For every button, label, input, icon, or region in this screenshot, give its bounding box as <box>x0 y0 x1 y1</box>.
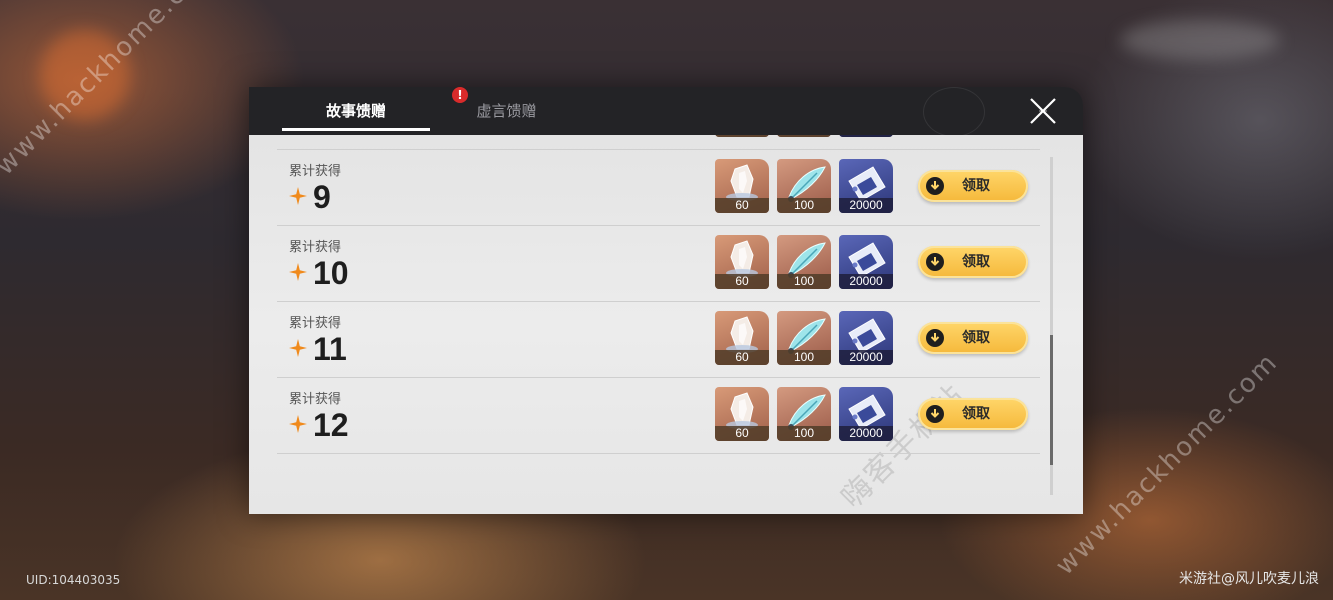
row-label: 累计获得 <box>289 240 342 255</box>
reward-ticket-count: 20000 <box>839 350 893 365</box>
close-icon <box>1030 98 1056 124</box>
reward-crystal-count: 60 <box>715 274 769 289</box>
download-arrow-icon <box>926 405 944 423</box>
reward-ticket-count: 20000 <box>839 198 893 213</box>
reward-feather[interactable]: 100 <box>777 235 831 289</box>
reward-ticket[interactable]: 20000 <box>839 159 893 213</box>
star-icon <box>289 339 307 357</box>
reward-crystal-count: 60 <box>715 135 769 137</box>
reward-crystal[interactable]: 60 <box>715 311 769 365</box>
scrollbar-thumb[interactable] <box>1050 335 1053 465</box>
download-arrow-icon <box>926 177 944 195</box>
reward-crystal[interactable]: 60 <box>715 135 769 137</box>
claim-button[interactable]: 领取 <box>918 246 1028 278</box>
row-label: 累计获得 <box>289 392 342 407</box>
reward-crystal[interactable]: 60 <box>715 159 769 213</box>
star-icon <box>289 187 307 205</box>
claim-button-label: 领取 <box>962 406 990 422</box>
reward-row: 累计获得 8 60 100 <box>277 135 1040 150</box>
star-icon <box>289 263 307 281</box>
claim-button-label: 领取 <box>962 330 990 346</box>
reward-crystal[interactable]: 60 <box>715 387 769 441</box>
tab-false-words-rewards-label: 虚言馈赠 <box>476 102 537 120</box>
reward-ticket-count: 20000 <box>839 135 893 137</box>
reward-row: 累计获得 10 60 100 20000 领取 <box>277 226 1040 302</box>
reward-ticket[interactable]: 20000 <box>839 235 893 289</box>
reward-feather[interactable]: 100 <box>777 311 831 365</box>
uid-label: UID:104403035 <box>26 573 121 587</box>
reward-crystal-count: 60 <box>715 426 769 441</box>
reward-row: 累计获得 9 60 100 20000 领取 <box>277 150 1040 226</box>
watermark-right: www.hackhome.com <box>1050 347 1285 582</box>
close-button[interactable] <box>1027 95 1059 127</box>
reward-ticket-count: 20000 <box>839 274 893 289</box>
claim-button[interactable]: 领取 <box>918 398 1028 430</box>
tab-story-rewards[interactable]: 故事馈赠 ! <box>282 87 468 135</box>
reward-feather[interactable]: 100 <box>777 135 831 137</box>
download-arrow-icon <box>926 253 944 271</box>
reward-list-area: 嗨客手机站 累计获得 8 60 100 <box>249 135 1083 514</box>
row-count: 9 <box>313 179 331 215</box>
reward-crystal[interactable]: 60 <box>715 235 769 289</box>
reward-list: 累计获得 8 60 100 <box>277 135 1040 454</box>
row-count: 12 <box>313 407 349 443</box>
claim-button[interactable]: 领取 <box>918 322 1028 354</box>
reward-ticket-count: 20000 <box>839 426 893 441</box>
reward-feather-count: 100 <box>777 350 831 365</box>
tab-story-rewards-label: 故事馈赠 <box>325 102 386 120</box>
reward-feather[interactable]: 100 <box>777 387 831 441</box>
reward-ticket[interactable]: 20000 <box>839 311 893 365</box>
tab-false-words-rewards[interactable]: 虚言馈赠 <box>439 87 574 135</box>
claim-button[interactable]: 领取 <box>918 170 1028 202</box>
claim-button-label: 领取 <box>962 254 990 270</box>
row-label: 累计获得 <box>289 316 342 331</box>
row-count: 10 <box>313 255 349 291</box>
download-arrow-icon <box>926 329 944 347</box>
row-label: 累计获得 <box>289 164 342 179</box>
reward-crystal-count: 60 <box>715 198 769 213</box>
reward-feather[interactable]: 100 <box>777 159 831 213</box>
tab-active-underline <box>282 128 430 131</box>
reward-ticket[interactable]: 20000 <box>839 387 893 441</box>
reward-feather-count: 100 <box>777 274 831 289</box>
reward-crystal-count: 60 <box>715 350 769 365</box>
reward-row: 累计获得 12 60 100 20000 领取 <box>277 378 1040 454</box>
reward-ticket[interactable]: 20000 <box>839 135 893 137</box>
reward-row: 累计获得 11 60 100 20000 领取 <box>277 302 1040 378</box>
claim-button-label: 领取 <box>962 178 990 194</box>
header-decoration <box>923 87 985 137</box>
row-count: 8 <box>313 135 331 140</box>
row-count: 11 <box>313 331 347 367</box>
reward-feather-count: 100 <box>777 198 831 213</box>
credit-watermark: 米游社@风儿吹麦儿浪 <box>1179 571 1319 587</box>
star-icon <box>289 415 307 433</box>
panel-header: 故事馈赠 ! 虚言馈赠 <box>249 87 1083 137</box>
reward-feather-count: 100 <box>777 135 831 137</box>
reward-feather-count: 100 <box>777 426 831 441</box>
reward-panel: 故事馈赠 ! 虚言馈赠 嗨客手机站 累计获得 8 <box>249 87 1083 514</box>
